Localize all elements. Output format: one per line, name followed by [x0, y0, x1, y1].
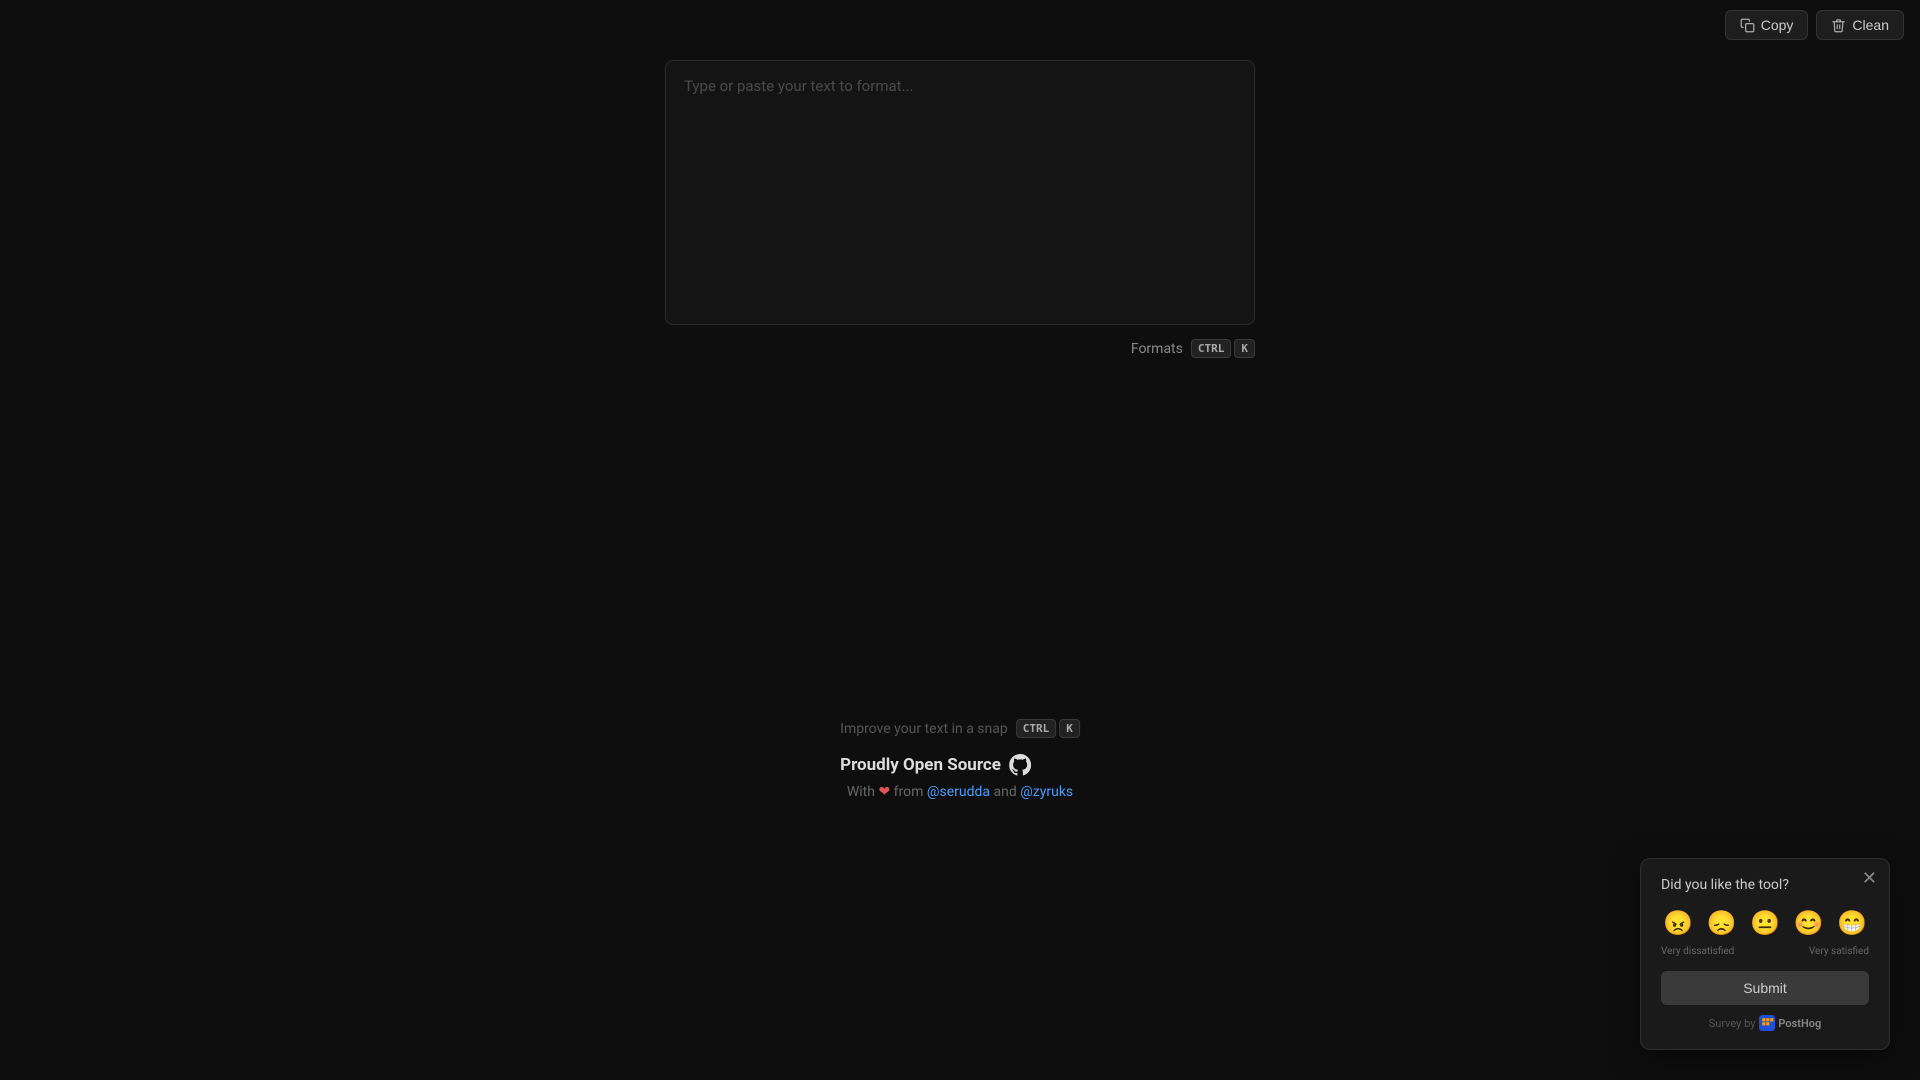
- footer-title: Proudly Open Source: [840, 754, 1080, 776]
- snap-ctrl-key: CTRL: [1016, 719, 1057, 738]
- emoji-very-satisfied[interactable]: 😁: [1835, 907, 1869, 940]
- formats-bar: Formats CTRL K: [665, 339, 1255, 358]
- snap-kbd-group: CTRL K: [1016, 719, 1080, 738]
- survey-question: Did you like the tool?: [1661, 877, 1869, 893]
- survey-footer: Survey by PostHog: [1661, 1015, 1869, 1031]
- heart-icon: ❤: [878, 784, 893, 800]
- clean-icon: [1831, 18, 1846, 33]
- text-input[interactable]: [665, 60, 1255, 325]
- footer-snap: Improve your text in a snap CTRL K: [840, 719, 1080, 738]
- clean-button[interactable]: Clean: [1816, 10, 1904, 40]
- survey-label-right: Very satisfied: [1809, 946, 1869, 957]
- main-content: Formats CTRL K: [0, 50, 1920, 358]
- github-icon: [1009, 754, 1031, 776]
- footer: Improve your text in a snap CTRL K Proud…: [840, 719, 1080, 800]
- k-key: K: [1234, 339, 1255, 358]
- survey-submit-button[interactable]: Submit: [1661, 971, 1869, 1005]
- survey-close-button[interactable]: ✕: [1862, 869, 1877, 887]
- posthog-logo: PostHog: [1759, 1015, 1821, 1031]
- survey-popup: ✕ Did you like the tool? 😠 😞 😐 😊 😁 Very …: [1640, 858, 1890, 1050]
- author2-link[interactable]: @zyruks: [1020, 784, 1073, 800]
- copy-icon: [1740, 18, 1755, 33]
- ctrl-key: CTRL: [1191, 339, 1232, 358]
- emoji-dissatisfied[interactable]: 😞: [1705, 907, 1739, 940]
- author1-link[interactable]: @serudda: [927, 784, 990, 800]
- copy-button[interactable]: Copy: [1725, 10, 1809, 40]
- survey-label-left: Very dissatisfied: [1661, 946, 1734, 957]
- posthog-icon: [1759, 1015, 1775, 1031]
- text-area-wrapper: [665, 60, 1255, 329]
- emoji-neutral[interactable]: 😐: [1748, 907, 1782, 940]
- emoji-very-dissatisfied[interactable]: 😠: [1661, 907, 1695, 940]
- kbd-group: CTRL K: [1191, 339, 1255, 358]
- emoji-satisfied[interactable]: 😊: [1792, 907, 1826, 940]
- snap-k-key: K: [1059, 719, 1080, 738]
- formats-label: Formats: [1131, 341, 1183, 357]
- survey-labels: Very dissatisfied Very satisfied: [1661, 946, 1869, 957]
- footer-credits: With ❤ from @serudda and @zyruks: [840, 784, 1080, 800]
- top-bar: Copy Clean: [0, 0, 1920, 50]
- survey-emojis: 😠 😞 😐 😊 😁: [1661, 907, 1869, 940]
